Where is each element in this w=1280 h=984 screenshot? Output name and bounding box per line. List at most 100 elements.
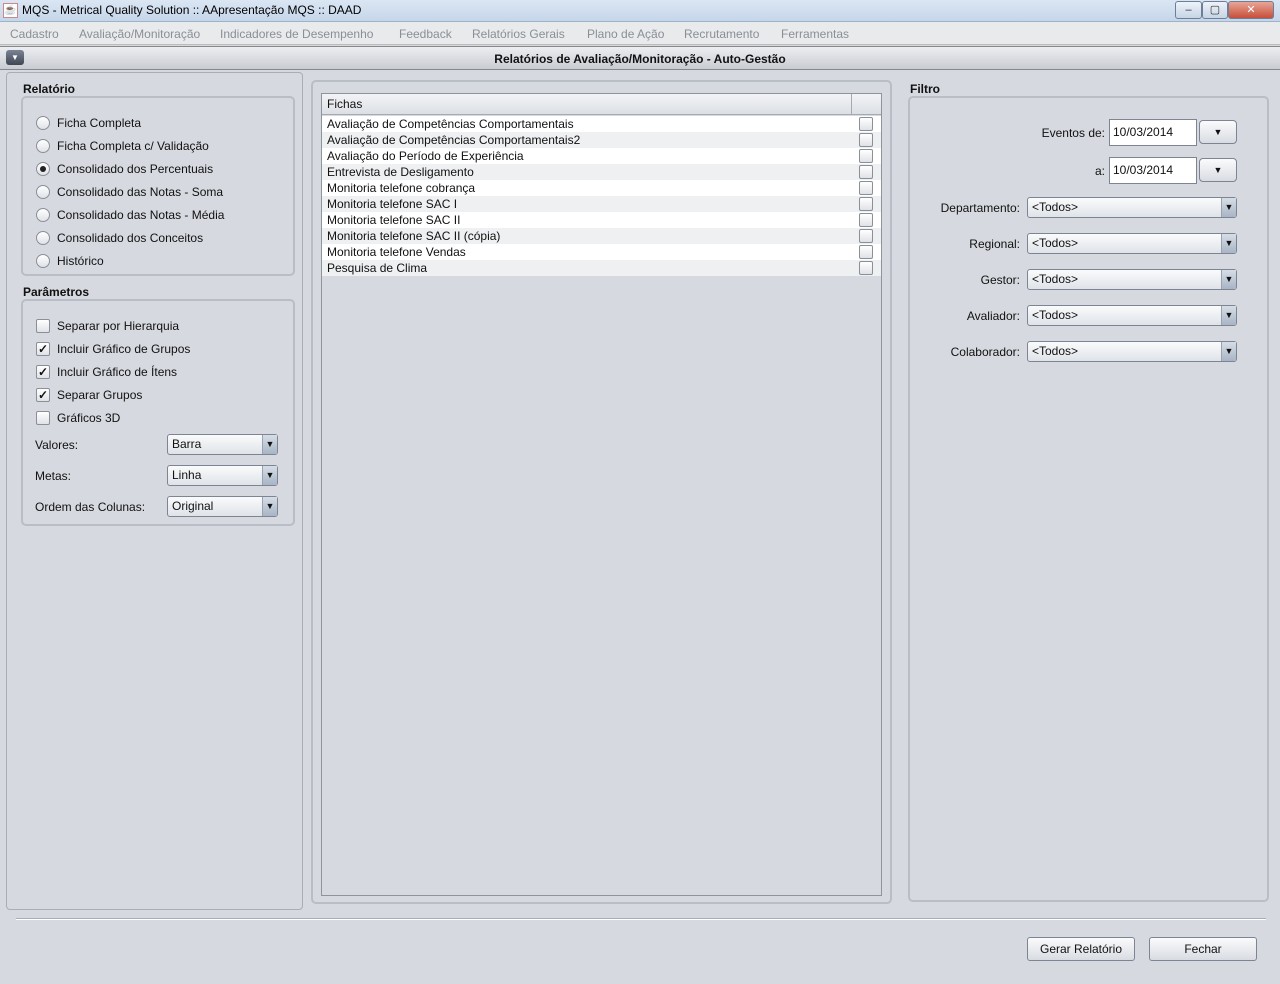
table-row[interactable]: Monitoria telefone SAC II (cópia) [322, 228, 881, 244]
menu-indicadores[interactable]: Indicadores de Desempenho [220, 27, 373, 41]
maximize-button[interactable]: ▢ [1202, 1, 1228, 19]
checkbox[interactable]: ✓ [36, 342, 50, 356]
dropdown-arrow-icon: ▼ [1221, 270, 1236, 289]
dropdown-arrow-icon: ▼ [1221, 198, 1236, 217]
a-calendar-button[interactable]: ▼ [1199, 158, 1237, 182]
row-checkbox[interactable] [859, 133, 873, 147]
filter-label: Departamento: [940, 201, 1020, 215]
checkbox[interactable] [36, 411, 50, 425]
window-title: MQS - Metrical Quality Solution :: AApre… [22, 3, 362, 17]
radio-label: Consolidado das Notas - Média [57, 208, 225, 222]
dropdown-arrow-icon: ▼ [262, 466, 277, 485]
row-checkbox[interactable] [859, 181, 873, 195]
dropdown-arrow-icon: ▼ [1221, 234, 1236, 253]
radio-button[interactable] [36, 116, 50, 130]
table-row[interactable]: Pesquisa de Clima [322, 260, 881, 276]
filter-combo[interactable]: <Todos> ▼ [1027, 269, 1237, 290]
eventos-de-label: Eventos de: [1041, 126, 1105, 140]
param-combo[interactable]: Original ▼ [167, 496, 278, 517]
row-checkbox[interactable] [859, 213, 873, 227]
row-checkbox[interactable] [859, 197, 873, 211]
radio-option[interactable]: Histórico [36, 253, 104, 269]
a-input[interactable]: 10/03/2014 [1109, 157, 1197, 184]
checkbox-label: Incluir Gráfico de Ítens [57, 365, 178, 379]
radio-button[interactable] [36, 162, 50, 176]
table-row[interactable]: Monitoria telefone cobrança [322, 180, 881, 196]
gerar-relatorio-button[interactable]: Gerar Relatório [1027, 937, 1135, 961]
checkbox-option[interactable]: ✓ Separar Grupos [36, 387, 142, 403]
minimize-button[interactable]: ‒ [1175, 1, 1202, 19]
checkbox-option[interactable]: ✓ Incluir Gráfico de Grupos [36, 341, 190, 357]
menu-plano-de-acao[interactable]: Plano de Ação [587, 27, 664, 41]
radio-option[interactable]: Consolidado das Notas - Soma [36, 184, 223, 200]
param-combo-label: Metas: [35, 469, 72, 483]
table-row[interactable]: Monitoria telefone SAC II [322, 212, 881, 228]
table-row[interactable]: Avaliação do Período de Experiência [322, 148, 881, 164]
row-checkbox[interactable] [859, 261, 873, 275]
checkbox-option[interactable]: ✓ Incluir Gráfico de Ítens [36, 364, 177, 380]
fechar-button[interactable]: Fechar [1149, 937, 1257, 961]
java-app-icon: ☕ [3, 3, 18, 18]
radio-button[interactable] [36, 185, 50, 199]
filter-combo[interactable]: <Todos> ▼ [1027, 341, 1237, 362]
dropdown-arrow-icon: ▼ [1221, 342, 1236, 361]
menu-ferramentas[interactable]: Ferramentas [781, 27, 849, 41]
radio-option[interactable]: Consolidado dos Percentuais [36, 161, 213, 177]
menu-relatorios-gerais[interactable]: Relatórios Gerais [472, 27, 565, 41]
combo-value: Barra [172, 437, 202, 451]
ficha-name: Pesquisa de Clima [327, 261, 428, 275]
checkbox-label: Gráficos 3D [57, 411, 121, 425]
checkbox[interactable] [36, 319, 50, 333]
combo-value: <Todos> [1032, 236, 1079, 250]
combo-value: Original [172, 499, 214, 513]
radio-button[interactable] [36, 254, 50, 268]
checkbox[interactable]: ✓ [36, 365, 50, 379]
checkbox[interactable]: ✓ [36, 388, 50, 402]
filter-combo[interactable]: <Todos> ▼ [1027, 233, 1237, 254]
param-combo-label: Valores: [35, 438, 79, 452]
filtro-label: Filtro [910, 82, 940, 96]
row-checkbox[interactable] [859, 245, 873, 259]
table-row[interactable]: Monitoria telefone SAC I [322, 196, 881, 212]
combo-value: <Todos> [1032, 200, 1079, 214]
menu-recrutamento[interactable]: Recrutamento [684, 27, 759, 41]
menu-avaliacao[interactable]: Avaliação/Monitoração [79, 27, 200, 41]
dropdown-arrow-icon: ▼ [262, 497, 277, 516]
dropdown-arrow-icon: ▼ [262, 435, 277, 454]
filter-label: Gestor: [980, 273, 1020, 287]
radio-button[interactable] [36, 208, 50, 222]
menu-cadastro[interactable]: Cadastro [10, 27, 59, 41]
menu-feedback[interactable]: Feedback [399, 27, 452, 41]
checkbox-option[interactable]: Gráficos 3D [36, 410, 120, 426]
header-fichas: Fichas [327, 97, 363, 111]
a-label: a: [1094, 164, 1105, 178]
row-checkbox[interactable] [859, 117, 873, 131]
table-row[interactable]: Entrevista de Desligamento [322, 164, 881, 180]
separator [16, 918, 1266, 920]
radio-button[interactable] [36, 231, 50, 245]
radio-option[interactable]: Ficha Completa [36, 115, 141, 131]
param-combo[interactable]: Linha ▼ [167, 465, 278, 486]
param-combo[interactable]: Barra ▼ [167, 434, 278, 455]
row-checkbox[interactable] [859, 165, 873, 179]
dropdown-arrow-icon: ▼ [1221, 306, 1236, 325]
radio-label: Consolidado das Notas - Soma [57, 185, 224, 199]
row-checkbox[interactable] [859, 229, 873, 243]
filter-combo[interactable]: <Todos> ▼ [1027, 197, 1237, 218]
filter-combo[interactable]: <Todos> ▼ [1027, 305, 1237, 326]
radio-option[interactable]: Consolidado dos Conceitos [36, 230, 203, 246]
ficha-name: Monitoria telefone SAC II [327, 213, 461, 227]
eventos-de-input[interactable]: 10/03/2014 [1109, 119, 1197, 146]
internal-frame-title-bar: ▼ Relatórios de Avaliação/Monitoração - … [0, 46, 1280, 70]
radio-option[interactable]: Ficha Completa c/ Validação [36, 138, 209, 154]
close-button[interactable]: ✕ [1228, 1, 1274, 19]
table-row[interactable]: Avaliação de Competências Comportamentai… [322, 132, 881, 148]
radio-button[interactable] [36, 139, 50, 153]
eventos-de-calendar-button[interactable]: ▼ [1199, 120, 1237, 144]
table-row[interactable]: Avaliação de Competências Comportamentai… [322, 116, 881, 132]
row-checkbox[interactable] [859, 149, 873, 163]
table-row[interactable]: Monitoria telefone Vendas [322, 244, 881, 260]
ficha-name: Monitoria telefone cobrança [327, 181, 476, 195]
checkbox-option[interactable]: Separar por Hierarquia [36, 318, 179, 334]
radio-option[interactable]: Consolidado das Notas - Média [36, 207, 224, 223]
